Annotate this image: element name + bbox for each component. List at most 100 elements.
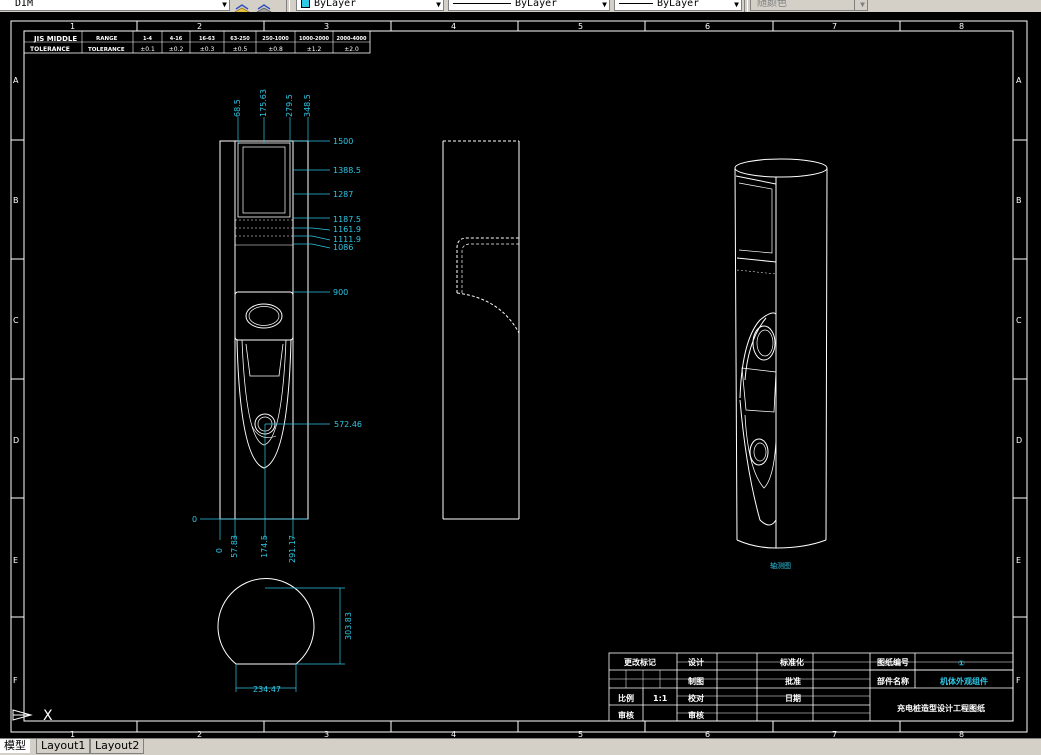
plan-view	[217, 578, 315, 665]
tb-review: 审核	[618, 710, 634, 720]
dim-right-9: 572.46	[334, 420, 362, 429]
dim-top-3: 279.5	[285, 94, 294, 117]
tolerance-range-cell: 63-250	[230, 36, 250, 42]
layer-previous-icon[interactable]	[256, 0, 274, 12]
linetype-combo[interactable]: ByLayer ▼	[448, 0, 610, 11]
tb-drawing-no-label: 图纸编号	[877, 657, 909, 667]
layer-manager-icon[interactable]	[234, 0, 252, 12]
dim-right-2: 1388.5	[333, 166, 361, 175]
side-view	[442, 140, 520, 520]
dim-bottom-3: 174.5	[260, 535, 269, 558]
frame-row-label: A	[1016, 76, 1022, 85]
tb-standard: 标准化	[779, 657, 804, 667]
dim-right-7: 1086	[333, 243, 353, 252]
tolerance-table: JIS MIDDLE TOLERANCE RANGE TOLERANCE 1-4…	[23, 30, 371, 54]
properties-toolbar: DIM ▼ ByLayer ▼ ByLayer ▼ ByLayer ▼ 随颜色 …	[0, 0, 1041, 12]
frame-col-label: 7	[832, 730, 837, 738]
chevron-down-icon: ▼	[734, 0, 739, 9]
layer-combo-value: DIM	[15, 0, 34, 9]
tolerance-title-2: TOLERANCE	[30, 46, 70, 53]
isometric-view	[734, 158, 828, 549]
plan-height-label: 303.83	[344, 612, 353, 640]
tb-audit: 审核	[688, 710, 704, 720]
tb-scale-value: 1:1	[653, 694, 668, 703]
dim-right-3: 1287	[333, 190, 353, 199]
frame-col-label: 4	[451, 730, 456, 738]
plotstyle-combo-value: 随颜色	[757, 0, 787, 9]
frame-col-label: 6	[705, 22, 710, 31]
tab-model[interactable]: 模型	[0, 739, 30, 753]
color-combo-value: ByLayer	[314, 0, 357, 9]
ucs-icon	[12, 709, 33, 721]
frame-col-label: 1	[70, 22, 75, 31]
frame-col-label: 7	[832, 22, 837, 31]
tolerance-range-cell: 16-63	[199, 36, 216, 42]
dim-right-8: 900	[333, 288, 348, 297]
title-block-text: 更改标记 设计 标准化 图纸编号 ① 制图 批准 部件名称 机体外观组件 比例 …	[618, 657, 988, 720]
frame-col-label: 8	[959, 730, 964, 738]
plan-width-label: 234.47	[253, 685, 281, 694]
lineweight-combo-value: ByLayer	[657, 0, 700, 9]
layout-tabs: 模型 Layout1 Layout2	[0, 738, 1041, 755]
dim-bottom-2: 57.83	[230, 535, 239, 558]
front-view	[219, 140, 309, 520]
plan-dimensions	[235, 587, 345, 692]
plotstyle-combo[interactable]: 随颜色 ▼	[750, 0, 868, 11]
tab-layout1[interactable]: Layout1	[36, 739, 91, 754]
frame-col-label: 3	[324, 730, 329, 738]
dim-right-1: 1500	[333, 137, 353, 146]
frame-row-label: C	[1016, 316, 1022, 325]
frame-row-label: E	[13, 556, 18, 565]
dim-bottom-1: 0	[215, 548, 224, 553]
tb-design: 设计	[688, 657, 704, 667]
tolerance-value-cell: ±0.3	[200, 46, 215, 53]
color-swatch-icon	[301, 0, 310, 8]
tb-check: 校对	[688, 693, 704, 703]
tolerance-value-cell: ±2.0	[344, 46, 359, 53]
tolerance-value-cell: ±1.2	[307, 46, 322, 53]
range-header: RANGE	[96, 36, 118, 42]
chevron-down-icon: ▼	[222, 0, 227, 9]
tolerance-value-cell: ±0.5	[233, 46, 248, 53]
lineweight-sample-icon	[619, 2, 653, 4]
ucs-x-label: X	[43, 708, 53, 724]
toolbar-separator	[286, 0, 290, 12]
dim-right-5: 1161.9	[333, 225, 361, 234]
dim-top-1: 68.5	[233, 99, 242, 117]
tolerance-range-cell: 1-4	[143, 36, 153, 42]
iso-view-label: 轴测图	[770, 561, 791, 570]
tolerance-value-cell: ±0.1	[140, 46, 155, 53]
frame-row-label: B	[13, 196, 19, 205]
tolerance-range-cell: 4-16	[170, 36, 183, 42]
color-combo[interactable]: ByLayer ▼	[296, 0, 444, 11]
frame-row-labels: A A B B C C D D E E F F	[13, 76, 1022, 685]
frame-row-label: F	[1016, 676, 1021, 685]
lineweight-combo[interactable]: ByLayer ▼	[614, 0, 742, 11]
toolbar-separator	[744, 0, 748, 12]
tolerance-range-cell: 2000-4000	[337, 36, 367, 42]
tb-approve: 批准	[785, 676, 801, 686]
chevron-down-icon: ▼	[436, 0, 441, 9]
frame-col-label: 2	[197, 22, 202, 31]
frame-col-label: 5	[578, 22, 583, 31]
tolerance-value-cell: ±0.2	[169, 46, 184, 53]
tb-draw: 制图	[688, 676, 704, 686]
dim-right-4: 1187.5	[333, 215, 361, 224]
frame-row-label: D	[13, 436, 19, 445]
chevron-down-icon: ▼	[860, 0, 865, 9]
tolerance-title-1: JIS MIDDLE	[33, 35, 77, 43]
tolerance-header: TOLERANCE	[88, 47, 125, 53]
frame-col-label: 8	[959, 22, 964, 31]
linetype-sample-icon	[453, 2, 511, 4]
frame-column-labels: 1 1 2 2 3 3 4 4 5 5 6 6 7 7 8 8	[70, 22, 964, 738]
layer-combo[interactable]: DIM ▼	[0, 0, 230, 11]
tb-part-name-label: 部件名称	[877, 676, 909, 686]
frame-row-label: B	[1016, 196, 1022, 205]
tab-layout2[interactable]: Layout2	[90, 739, 145, 754]
tb-rev-mark: 更改标记	[624, 657, 656, 667]
drawing-canvas[interactable]: 1 1 2 2 3 3 4 4 5 5 6 6 7 7 8 8 A A B B C C D D E E F F JIS MIDDLE…	[0, 12, 1041, 738]
frame-col-label: 4	[451, 22, 456, 31]
frame-row-label: A	[13, 76, 19, 85]
tb-project-title: 充电桩造型设计工程图纸	[897, 703, 985, 713]
dim-top-4: 348.5	[303, 94, 312, 117]
